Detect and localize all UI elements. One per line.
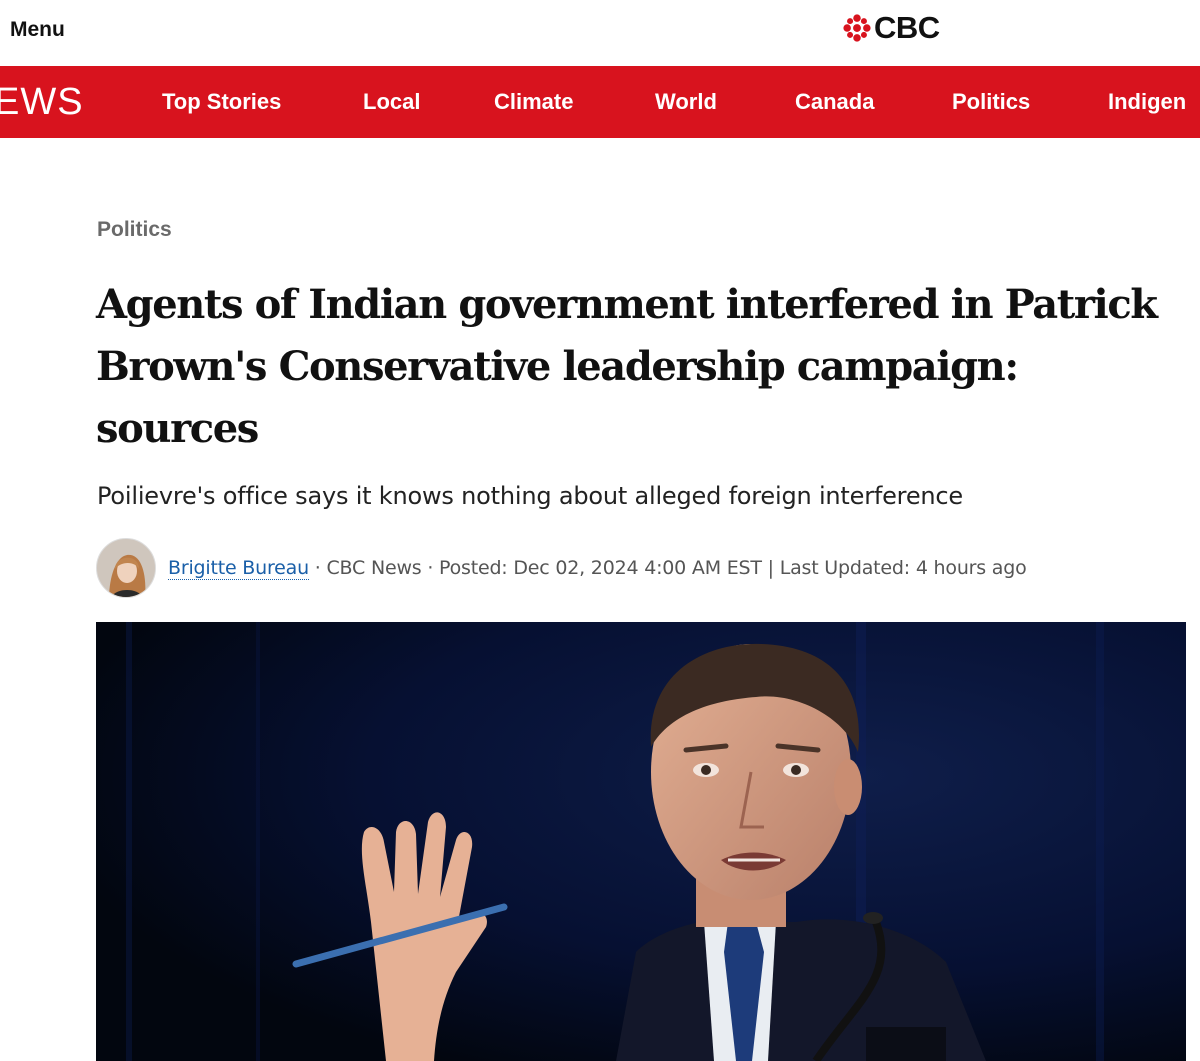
author-portrait-icon [97,539,155,597]
nav-item-local[interactable]: Local [363,88,420,116]
lead-photo[interactable] [96,622,1186,1061]
cbc-gem-icon [843,14,871,42]
nav-item-climate[interactable]: Climate [494,88,573,116]
section-label[interactable]: Politics [97,218,172,242]
deck: Poilievre's office says it knows nothing… [97,482,963,510]
news-brand[interactable]: EWS [0,78,84,126]
author-avatar[interactable] [96,538,156,598]
menu-button[interactable]: Menu [10,18,65,42]
byline-meta: · CBC News · Posted: Dec 02, 2024 4:00 A… [308,557,1027,579]
logo-text: CBC [874,10,940,45]
section-nav: EWS Top Stories Local Climate World Cana… [0,66,1200,138]
headline: Agents of Indian government interfered i… [96,281,1158,452]
cbc-logo[interactable]: CBC [842,12,940,44]
nav-item-indigenous[interactable]: Indigen [1108,88,1186,116]
speaker-photo-image [96,622,1186,1061]
nav-item-politics[interactable]: Politics [952,88,1030,116]
byline: Brigitte Bureau · CBC News · Posted: Dec… [96,538,1027,598]
nav-item-canada[interactable]: Canada [795,88,874,116]
author-link[interactable]: Brigitte Bureau [168,557,309,580]
nav-item-world[interactable]: World [655,88,717,116]
byline-text: Brigitte Bureau · CBC News · Posted: Dec… [168,557,1027,580]
nav-item-top-stories[interactable]: Top Stories [162,88,281,116]
top-bar: Menu CBC [0,0,1200,66]
